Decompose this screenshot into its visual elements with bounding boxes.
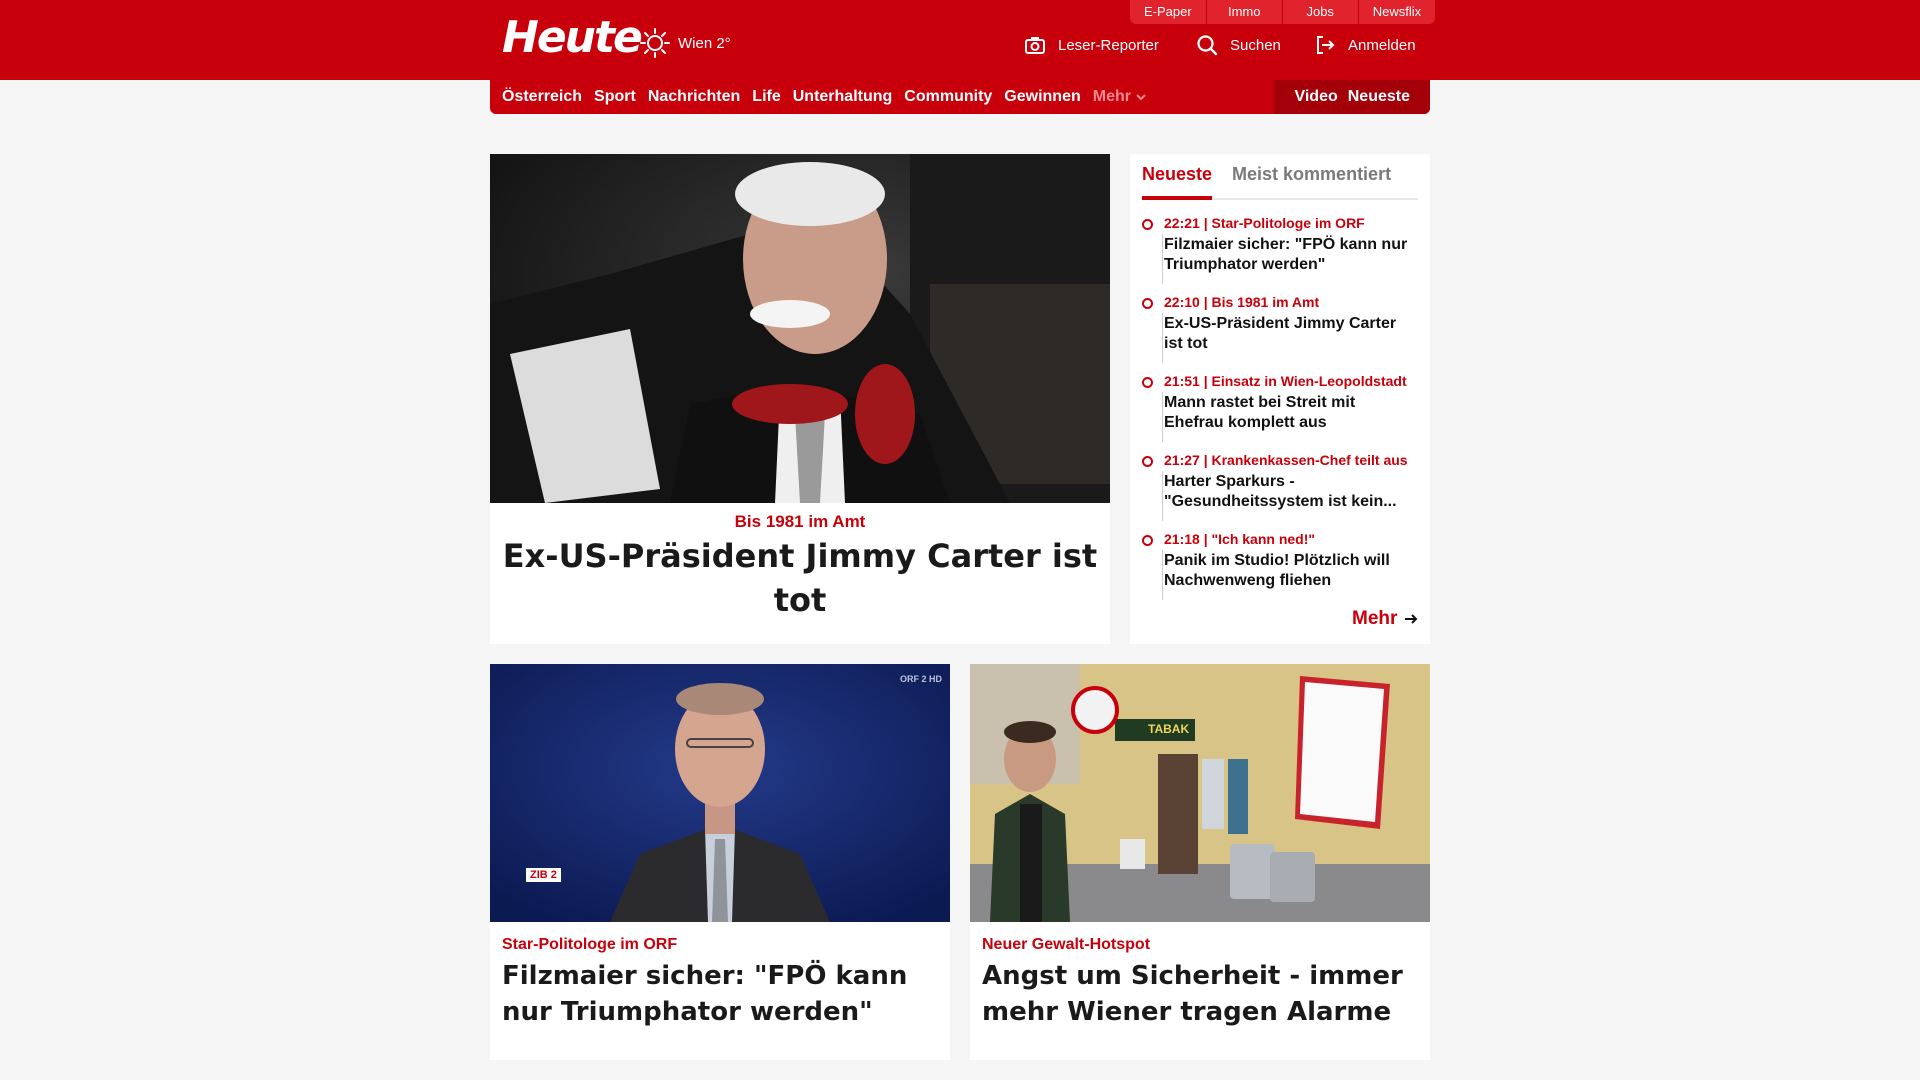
- timeline-line: [1162, 550, 1163, 600]
- more-news-label: Mehr: [1352, 608, 1398, 629]
- timeline-dot: [1142, 298, 1153, 309]
- timeline-dot: [1142, 535, 1153, 546]
- tab-neueste[interactable]: Neueste: [1142, 160, 1213, 200]
- login-button[interactable]: Anmelden: [1314, 34, 1416, 56]
- main-nav: Österreich Sport Nachrichten Life Unterh…: [490, 80, 1430, 114]
- list-item[interactable]: 21:51 | Einsatz in Wien-Leopoldstadt Man…: [1142, 372, 1418, 451]
- tabak-sign: TABAK: [1148, 722, 1190, 736]
- hero-headline[interactable]: Ex-US-Präsident Jimmy Carter ist tot: [490, 534, 1110, 622]
- jobs-link[interactable]: Jobs: [1283, 0, 1359, 24]
- chevron-down-icon: [1136, 94, 1146, 101]
- timeline-line: [1162, 392, 1163, 442]
- timeline-line: [1162, 313, 1163, 363]
- nav-item-sport[interactable]: Sport: [594, 88, 636, 106]
- nav-item-life[interactable]: Life: [752, 88, 780, 106]
- article-image-filzmaier[interactable]: ZIB 2 ORF 2 HD: [490, 664, 950, 922]
- tab-meist-kommentiert[interactable]: Meist kommentiert: [1232, 160, 1391, 200]
- news-title: Filzmaier sicher: "FPÖ kann nur Triumpha…: [1164, 236, 1408, 273]
- nav-item-mehr[interactable]: Mehr: [1093, 88, 1147, 106]
- epaper-link[interactable]: E-Paper: [1130, 0, 1207, 24]
- weather-widget[interactable]: Wien 2°: [640, 28, 731, 58]
- top-links: E-Paper Immo Jobs Newsflix: [1130, 0, 1436, 24]
- article-image-hotspot[interactable]: TABAK: [970, 664, 1430, 922]
- sun-icon: [640, 28, 670, 58]
- zib2-badge: ZIB 2: [526, 868, 561, 882]
- more-news-link[interactable]: Mehr: [1352, 608, 1419, 630]
- sidebar-tabs: Neueste Meist kommentiert: [1142, 160, 1418, 200]
- news-meta: 22:10 | Bis 1981 im Amt: [1164, 294, 1320, 310]
- timeline-dot: [1142, 219, 1153, 230]
- leser-reporter-label: Leser-Reporter: [1058, 36, 1159, 54]
- timeline-line: [1162, 471, 1163, 521]
- newsflix-link[interactable]: Newsflix: [1359, 0, 1435, 24]
- news-title: Panik im Studio! Plötzlich will Nachwenw…: [1164, 552, 1390, 589]
- nav-item-oesterreich[interactable]: Österreich: [502, 88, 582, 106]
- list-item[interactable]: 22:10 | Bis 1981 im Amt Ex-US-Präsident …: [1142, 293, 1418, 372]
- login-icon: [1317, 36, 1335, 54]
- search-label: Suchen: [1230, 36, 1281, 54]
- search-icon: [1197, 35, 1218, 56]
- news-title: Ex-US-Präsident Jimmy Carter ist tot: [1164, 315, 1397, 352]
- nav-item-gewinnen[interactable]: Gewinnen: [1004, 88, 1080, 106]
- top-bar: [0, 0, 1920, 80]
- weather-text: Wien 2°: [678, 34, 731, 52]
- card-kicker: Neuer Gewalt-Hotspot: [982, 936, 1151, 953]
- list-item[interactable]: 22:21 | Star-Politologe im ORF Filzmaier…: [1142, 214, 1418, 293]
- card-headline[interactable]: Filzmaier sicher: "FPÖ kann nur Triumpha…: [502, 958, 932, 1030]
- news-meta: 21:51 | Einsatz in Wien-Leopoldstadt: [1164, 373, 1407, 389]
- camera-icon: [1025, 37, 1045, 54]
- hero-kicker: Bis 1981 im Amt: [734, 512, 866, 531]
- immo-link[interactable]: Immo: [1207, 0, 1283, 24]
- leser-reporter-button[interactable]: Leser-Reporter: [1024, 34, 1159, 56]
- orf-channel-logo: ORF 2 HD: [900, 674, 943, 684]
- list-item[interactable]: 21:18 | "Ich kann ned!" Panik im Studio!…: [1142, 530, 1418, 609]
- login-label: Anmelden: [1348, 36, 1416, 54]
- nav-item-community[interactable]: Community: [904, 88, 992, 106]
- nav-item-video[interactable]: Video: [1294, 88, 1337, 106]
- news-title: Harter Sparkurs - "Gesundheitssystem ist…: [1164, 473, 1397, 510]
- nav-item-neueste[interactable]: Neueste: [1348, 88, 1410, 106]
- timeline-dot: [1142, 377, 1153, 388]
- timeline-line: [1162, 234, 1163, 284]
- news-meta: 22:21 | Star-Politologe im ORF: [1164, 215, 1365, 231]
- timeline-dot: [1142, 456, 1153, 467]
- nav-item-nachrichten[interactable]: Nachrichten: [648, 88, 740, 106]
- news-meta: 21:27 | Krankenkassen-Chef teilt aus: [1164, 452, 1408, 468]
- hero-image[interactable]: [490, 154, 1110, 503]
- card-headline[interactable]: Angst um Sicherheit - immer mehr Wiener …: [982, 958, 1412, 1030]
- nav-mehr-label: Mehr: [1092, 88, 1131, 105]
- list-item[interactable]: 21:27 | Krankenkassen-Chef teilt aus Har…: [1142, 451, 1418, 530]
- nav-item-unterhaltung[interactable]: Unterhaltung: [793, 88, 893, 106]
- news-title: Mann rastet bei Streit mit Ehefrau kompl…: [1164, 394, 1356, 431]
- news-meta: 21:18 | "Ich kann ned!": [1164, 531, 1316, 547]
- card-kicker: Star-Politologe im ORF: [502, 936, 678, 953]
- latest-news-list: 22:21 | Star-Politologe im ORF Filzmaier…: [1142, 214, 1418, 609]
- arrow-right-icon: [1405, 614, 1418, 624]
- nav-right-group: Video Neueste: [1274, 80, 1430, 114]
- search-button[interactable]: Suchen: [1196, 34, 1281, 56]
- heute-logo[interactable]: Heute: [502, 12, 643, 63]
